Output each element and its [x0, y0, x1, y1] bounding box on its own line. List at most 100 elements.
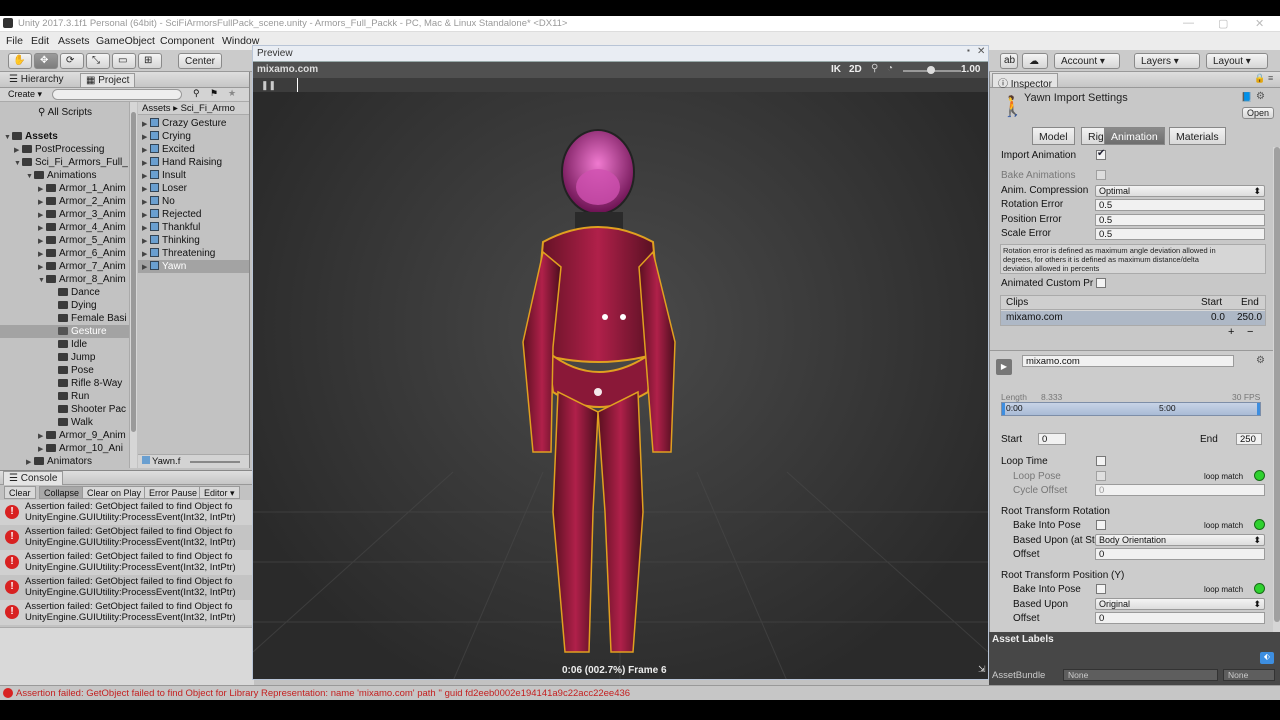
tree-folder[interactable]: Shooter Pac [58, 404, 126, 417]
expand-arrow-icon[interactable]: ▶ [142, 211, 150, 219]
preview-close-icon[interactable]: ✕ [977, 46, 985, 57]
console-log-row[interactable]: ! Assertion failed: GetObject failed to … [0, 525, 254, 550]
tree-folder[interactable]: ▶ Armor_3_Anim [38, 209, 126, 222]
menu-file[interactable]: File [6, 35, 23, 47]
position-offset-field[interactable]: 0 [1095, 612, 1265, 624]
expand-arrow-icon[interactable]: ▶ [38, 250, 46, 258]
file-item[interactable]: ▶ Excited [142, 144, 195, 157]
create-dropdown[interactable]: Create ▾ [8, 89, 42, 100]
tab-hierarchy[interactable]: ☰ Hierarchy [4, 73, 69, 87]
tree-folder[interactable]: ▶ Armor_4_Anim [38, 222, 126, 235]
remove-clip-button[interactable]: − [1247, 326, 1253, 338]
expand-arrow-icon[interactable]: ▶ [38, 185, 46, 193]
file-item[interactable]: ▶ Thankful [142, 222, 200, 235]
rect-tool-button[interactable]: ▭ [112, 53, 136, 69]
expand-arrow-icon[interactable]: ▶ [38, 211, 46, 219]
file-item[interactable]: ▶ Crying [142, 131, 191, 144]
clip-gear-icon[interactable]: ⚙ [1256, 355, 1265, 366]
loop-pose-checkbox[interactable] [1096, 471, 1106, 481]
speed-slider-thumb[interactable] [927, 66, 935, 74]
2d-toggle[interactable]: 2D [849, 64, 862, 75]
expand-arrow-icon[interactable]: ▶ [142, 133, 150, 141]
clip-play-icon[interactable]: ▶ [996, 359, 1012, 375]
preview-timeline[interactable]: ❚❚ [253, 78, 988, 92]
animated-custom-checkbox[interactable] [1096, 278, 1106, 288]
console-clear-on-play-button[interactable]: Clear on Play [82, 486, 147, 499]
favorite-star-icon[interactable]: ★ [228, 88, 236, 99]
clip-name-field[interactable]: mixamo.com [1022, 355, 1234, 367]
menu-edit[interactable]: Edit [31, 35, 49, 47]
ik-toggle[interactable]: IK [831, 64, 841, 75]
menu-component[interactable]: Component [160, 35, 214, 47]
file-item[interactable]: ▶ Insult [142, 170, 186, 183]
tree-folder[interactable]: Walk [58, 417, 93, 430]
expand-arrow-icon[interactable]: ▶ [142, 224, 150, 232]
expand-arrow-icon[interactable]: ▼ [38, 277, 46, 284]
file-item[interactable]: ▶ Crazy Gesture [142, 118, 226, 131]
anim-compression-dropdown[interactable]: Optimal ⬍ [1095, 185, 1265, 197]
console-log-row[interactable]: ! Assertion failed: GetObject failed to … [0, 600, 254, 625]
hand-tool-button[interactable]: ✋ [8, 53, 32, 69]
rotation-error-field[interactable]: 0.5 [1095, 199, 1265, 211]
breadcrumb-assets[interactable]: Assets [142, 103, 171, 114]
filter-label-icon[interactable]: ⚑ [210, 88, 218, 99]
tree-folder-selected[interactable]: Gesture [58, 326, 107, 339]
tab-console[interactable]: ☰ Console [3, 471, 64, 485]
maximize-icon[interactable]: ▢ [1218, 17, 1228, 30]
resize-grip-icon[interactable]: ⇲ [978, 664, 986, 675]
tab-materials[interactable]: Materials [1169, 127, 1226, 145]
help-book-icon[interactable]: 📘 [1241, 92, 1252, 103]
scale-tool-button[interactable]: ⤡ [86, 53, 110, 69]
expand-arrow-icon[interactable]: ▶ [142, 120, 150, 128]
expand-arrow-icon[interactable]: ▶ [26, 458, 34, 466]
transform-tool-button[interactable]: ⊞ [138, 53, 162, 69]
expand-arrow-icon[interactable]: ▶ [142, 263, 150, 271]
expand-arrow-icon[interactable]: ▼ [26, 173, 34, 180]
tree-folder[interactable]: Idle [58, 339, 87, 352]
console-error-pause-button[interactable]: Error Pause [144, 486, 203, 499]
pivot-icon[interactable]: ⚲ [871, 63, 878, 74]
expand-arrow-icon[interactable]: ▶ [38, 224, 46, 232]
project-search-input[interactable] [52, 89, 182, 100]
expand-arrow-icon[interactable]: ▶ [142, 250, 150, 258]
add-clip-button[interactable]: + [1228, 326, 1234, 338]
pivot-center-button[interactable]: Center [178, 53, 223, 69]
console-log-row[interactable]: ! Assertion failed: GetObject failed to … [0, 575, 254, 600]
tree-folder[interactable]: ▶ Armor_9_Anim [38, 430, 126, 443]
file-item[interactable]: ▶ Loser [142, 183, 187, 196]
menu-gameobject[interactable]: GameObject [96, 35, 155, 47]
inspector-scrollbar[interactable] [1273, 147, 1280, 632]
file-item[interactable]: ▶ Hand Raising [142, 157, 222, 170]
menu-assets[interactable]: Assets [58, 35, 90, 47]
tree-all-scripts[interactable]: ⚲ All Scripts [38, 107, 92, 120]
tree-folder[interactable]: ▶ PostProcessing [14, 144, 104, 157]
console-editor-dropdown[interactable]: Editor ▾ [199, 486, 240, 499]
label-tag-icon[interactable]: ⬖ [1260, 652, 1274, 664]
inspector-scrollbar-thumb[interactable] [1274, 147, 1280, 622]
tree-scrollbar-thumb[interactable] [131, 112, 136, 432]
breadcrumb-folder[interactable]: Sci_Fi_Armo [181, 103, 235, 114]
bake-into-pose-rotation-checkbox[interactable] [1096, 520, 1106, 530]
expand-arrow-icon[interactable]: ▶ [38, 263, 46, 271]
expand-arrow-icon[interactable]: ▶ [142, 237, 150, 245]
move-tool-button[interactable]: ✥ [34, 53, 58, 69]
tree-folder[interactable]: Dance [58, 287, 100, 300]
rotation-offset-field[interactable]: 0 [1095, 548, 1265, 560]
account-dropdown[interactable]: Account ▾ [1054, 53, 1120, 69]
expand-arrow-icon[interactable]: ▶ [38, 198, 46, 206]
tab-project[interactable]: ▦ Project [80, 73, 136, 87]
preview-menu-icon[interactable]: ▪ [967, 46, 970, 55]
expand-arrow-icon[interactable]: ▼ [14, 160, 22, 167]
collab-button[interactable]: ab [1000, 53, 1018, 69]
tree-folder[interactable]: Run [58, 391, 89, 404]
settings-gear-icon[interactable]: ⚙ [1256, 91, 1265, 102]
filter-type-icon[interactable]: ⚲ [193, 88, 200, 99]
console-detail-area[interactable] [0, 627, 254, 685]
file-item[interactable]: ▶ Rejected [142, 209, 201, 222]
tree-folder[interactable]: ▶ Armor_10_Ani [38, 443, 123, 456]
expand-arrow-icon[interactable]: ▶ [142, 172, 150, 180]
close-icon[interactable]: ✕ [1255, 17, 1264, 30]
clip-row[interactable]: mixamo.com 0.0 250.0 [1001, 311, 1265, 325]
icon-size-slider[interactable] [190, 461, 240, 463]
lock-icon[interactable]: 🔒 [1254, 73, 1265, 84]
